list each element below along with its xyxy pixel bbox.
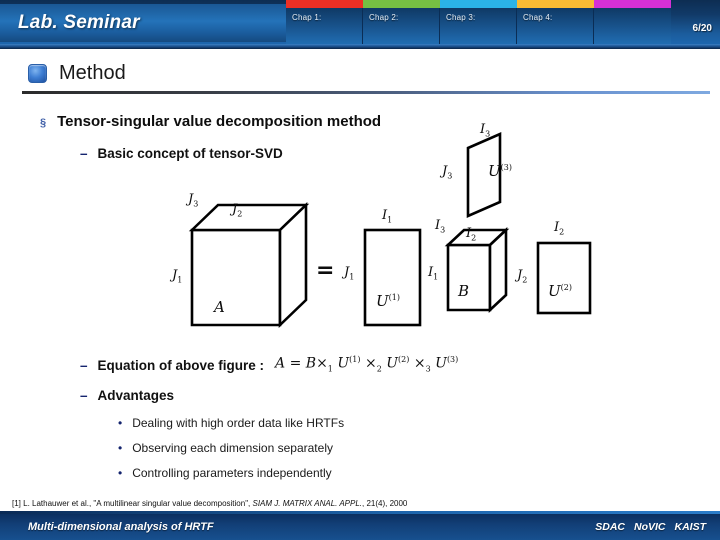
section-bullet-icon [28, 64, 47, 83]
core-b-top-label: I2 [466, 226, 477, 243]
u1-top-label: I1 [382, 208, 393, 225]
tensor-a-front-face [190, 228, 282, 327]
core-b-name-label: B [458, 282, 470, 300]
footer-subject-title: Multi-dimensional analysis of HRTF [28, 521, 214, 533]
chapter-tab-3[interactable]: Chap 3: [440, 0, 517, 48]
figure-equals-sign: = [316, 258, 335, 283]
footnote-tail: , 21(4), 2000 [362, 499, 408, 508]
footer-org-sdac: SDAC [595, 521, 625, 533]
bullet-level2-equation-label: Equation of above figure : [97, 358, 265, 373]
chapter-tab-2-color-strip [363, 0, 440, 8]
tensor-a-top-label: J2 [232, 202, 243, 219]
core-b-side-label: I1 [428, 265, 439, 282]
equation-lhs: A [275, 355, 286, 372]
equation-equals: = [289, 355, 302, 372]
chapter-tab-1-color-strip [286, 0, 363, 8]
list-item: • Dealing with high order data like HRTF… [118, 416, 344, 430]
bullet-level1-tensor-svd: § Tensor-singular value decomposition me… [40, 113, 381, 130]
u3-top-label: I3 [480, 122, 491, 139]
lab-title: Lab. Seminar [18, 12, 140, 33]
reference-footnote: [1] L. Lathauwer et al., "A multilinear … [12, 499, 407, 508]
core-b-side-face [488, 226, 508, 314]
bullet-level2-equation: – Equation of above figure : [80, 358, 264, 373]
equation-term2-op: × [364, 355, 377, 372]
core-b-front-face [446, 243, 492, 312]
slide-footer: Multi-dimensional analysis of HRTF SDAC … [0, 514, 720, 540]
equation-term2-sub: 2 [376, 364, 382, 374]
footer-organizations: SDAC NoVIC KAIST [595, 521, 720, 533]
list-item: • Observing each dimension separately [118, 441, 333, 455]
equation-term1-sub: 1 [327, 364, 333, 374]
u3-name-label: U(3) [488, 162, 512, 180]
equation-term2-sym: U [386, 355, 399, 372]
equation-term3-sym: U [435, 355, 447, 372]
advantage-label-1: Dealing with high order data like HRTFs [132, 416, 345, 430]
lab-title-plate: Lab. Seminar [0, 4, 286, 42]
section-title: Method [59, 62, 126, 84]
advantage-label-2: Observing each dimension separately [132, 441, 333, 455]
chapter-tab-1-label: Chap 1: [292, 13, 322, 22]
equation-term2-sup: (2) [398, 355, 410, 364]
u3-side-label: J3 [442, 164, 453, 181]
tensor-svd-diagram: J3 J2 J1 A = I1 J1 U(1) I3 I2 I1 B I2 J2… [170, 122, 610, 345]
chapter-tab-2-label: Chap 2: [369, 13, 399, 22]
equation-term3-sup: (3) [446, 355, 459, 364]
equation-term1-op: × [316, 355, 328, 372]
core-b-depth-label: I3 [435, 218, 446, 235]
chapter-tab-4[interactable]: Chap 4: [517, 0, 594, 48]
tensor-a-name-label: A [214, 298, 225, 316]
dot-bullet-icon: • [118, 441, 123, 455]
u2-side-label: J2 [517, 268, 528, 285]
chapter-tab-bar: Chap 1: Chap 2: Chap 3: Chap 4: 6/20 [286, 0, 720, 48]
dash-bullet-icon-3: – [80, 388, 88, 403]
slide-header: Lab. Seminar Chap 1: Chap 2: Chap 3: Cha… [0, 0, 720, 49]
tensor-svd-equation: A = B×1 U(1) ×2 U(2) ×3 U(3) [275, 355, 458, 373]
tensor-svd-figure-svg [188, 132, 592, 329]
chapter-tab-2[interactable]: Chap 2: [363, 0, 440, 48]
footnote-ref-text: [1] L. Lathauwer et al., "A multilinear … [12, 499, 253, 508]
chapter-tab-4-label: Chap 4: [523, 13, 553, 22]
tensor-a-depth-label: J3 [188, 192, 199, 209]
chapter-tab-5-body [594, 8, 671, 48]
footer-org-kaist: KAIST [674, 521, 707, 533]
equation-term1-sup: (1) [349, 355, 361, 364]
u2-matrix-rect [536, 241, 592, 315]
dot-bullet-icon: • [118, 416, 123, 430]
equation-term3-sub: 3 [425, 364, 431, 374]
dash-bullet-icon-2: – [80, 358, 88, 373]
page-number: 6/20 [692, 23, 712, 34]
equation-term3-op: × [413, 355, 426, 372]
chapter-tab-3-color-strip [440, 0, 517, 8]
advantage-label-3: Controlling parameters independently [132, 466, 332, 480]
footer-org-novic: NoVIC [634, 521, 666, 533]
chapter-tab-1[interactable]: Chap 1: [286, 0, 363, 48]
square-bullet-icon: § [40, 117, 47, 129]
bullet-level2-advantages-label: Advantages [97, 388, 175, 403]
u2-top-label: I2 [554, 220, 565, 237]
u2-name-label: U(2) [548, 282, 572, 300]
section-divider [22, 91, 710, 94]
equation-term1-sym: U [337, 355, 350, 372]
bullet-level2-advantages: – Advantages [80, 388, 174, 403]
dash-bullet-icon: – [80, 146, 88, 161]
chapter-tab-4-color-strip [517, 0, 594, 8]
tensor-a-side-label: J1 [172, 268, 183, 285]
u1-side-label: J1 [344, 265, 355, 282]
dot-bullet-icon: • [118, 466, 123, 480]
u1-matrix-rect [363, 228, 422, 327]
section-heading: Method [28, 62, 126, 85]
u1-name-label: U(1) [376, 292, 400, 310]
bullet-level1-label: Tensor-singular value decomposition meth… [57, 113, 382, 130]
footnote-journal: SIAM J. MATRIX ANAL. APPL. [252, 499, 362, 508]
list-item: • Controlling parameters independently [118, 466, 332, 480]
equation-core: B [305, 355, 317, 372]
chapter-tab-5-color-strip [594, 0, 671, 8]
chapter-tab-5[interactable] [594, 0, 671, 48]
header-underline [0, 44, 720, 49]
chapter-tab-3-label: Chap 3: [446, 13, 476, 22]
